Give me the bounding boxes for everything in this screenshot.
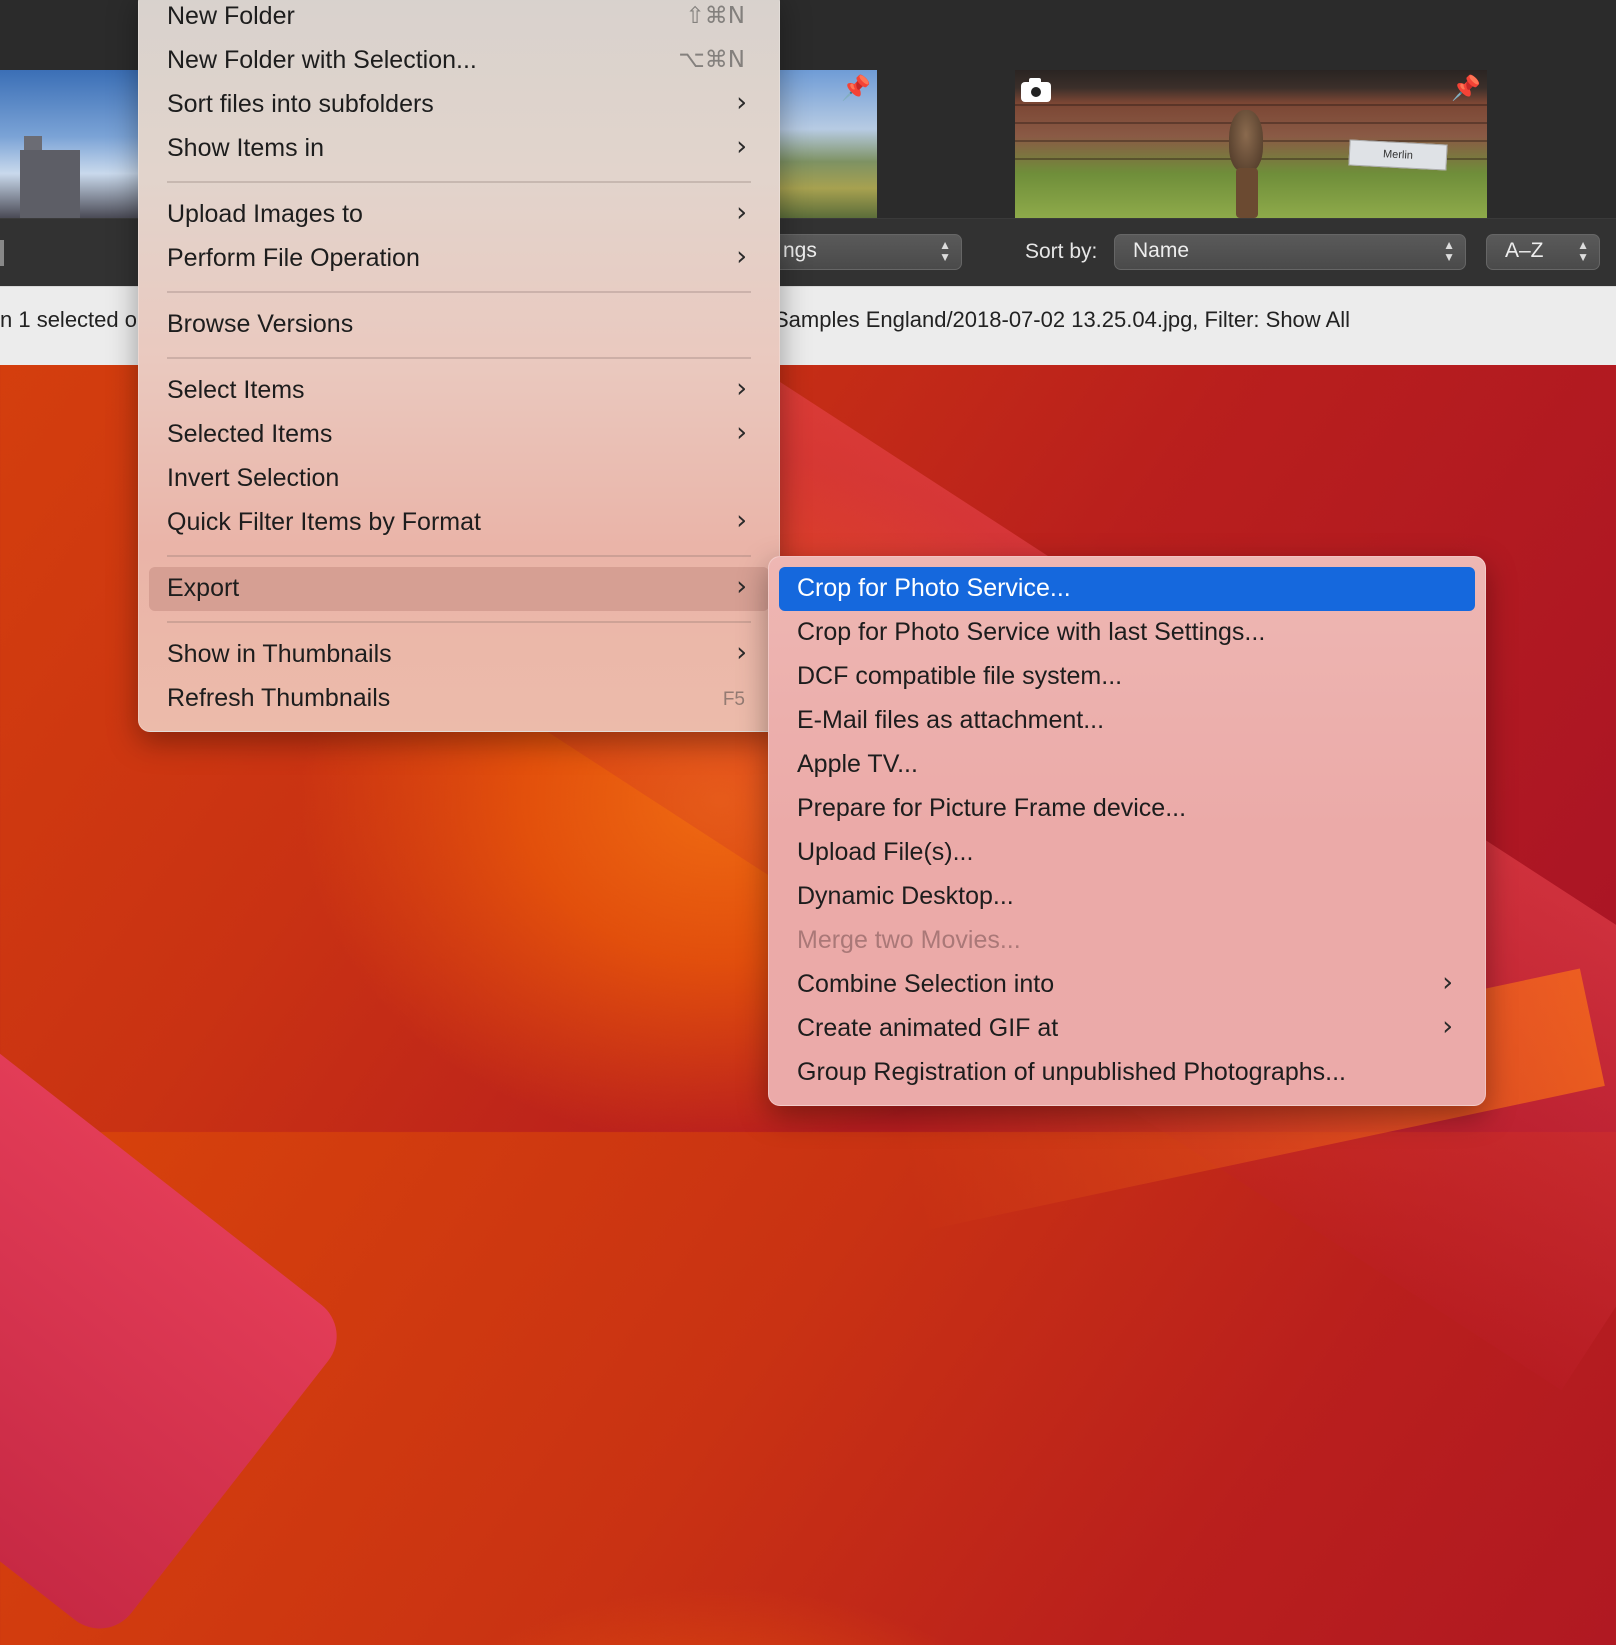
toolbar-control-edge (0, 240, 4, 266)
falcon (1229, 110, 1263, 172)
pin-icon[interactable]: 📌 (841, 74, 871, 104)
chevron-right-icon: › (1442, 967, 1453, 998)
menu-separator (167, 555, 751, 557)
menu-item-label: Merge two Movies... (797, 926, 1021, 954)
menu-item-label: Selected Items (167, 420, 333, 448)
menu-item-label: Upload Images to (167, 200, 363, 228)
menu-item-label: Quick Filter Items by Format (167, 508, 481, 536)
menu-item-select-items[interactable]: Select Items › (139, 369, 779, 413)
chevron-right-icon: › (1442, 1011, 1453, 1042)
menu-item-label: Show Items in (167, 134, 325, 162)
pin-icon[interactable]: 📌 (1451, 74, 1481, 104)
menu-item-label: Crop for Photo Service with last Setting… (797, 618, 1266, 646)
chevron-right-icon: › (736, 197, 747, 228)
chevron-right-icon: › (736, 131, 747, 162)
submenu-item-merge-movies: Merge two Movies... (769, 919, 1485, 963)
thumbnail-tower-bridge[interactable] (0, 70, 140, 218)
menu-item-label: DCF compatible file system... (797, 662, 1123, 690)
sort-by-popup[interactable]: Name ▲ ▼ (1114, 234, 1466, 270)
sort-by-value: Name (1133, 239, 1190, 262)
menu-separator (167, 291, 751, 293)
shortcut-hint: F5 (722, 689, 745, 710)
menu-item-label: Create animated GIF at (797, 1014, 1059, 1042)
menu-item-label: Invert Selection (167, 464, 340, 492)
menu-item-label: Crop for Photo Service... (797, 574, 1071, 602)
submenu-item-upload-files[interactable]: Upload File(s)... (769, 831, 1485, 875)
menu-item-label: Refresh Thumbnails (167, 684, 391, 712)
thumbnail-merlin[interactable]: Merlin 📌 (1015, 70, 1487, 218)
menu-item-quick-filter[interactable]: Quick Filter Items by Format › (139, 501, 779, 545)
chevron-right-icon: › (736, 373, 747, 404)
chevron-right-icon: › (736, 637, 747, 668)
chevron-right-icon: › (736, 417, 747, 448)
chevron-right-icon: › (736, 505, 747, 536)
menu-item-label: E-Mail files as attachment... (797, 706, 1105, 734)
menu-item-label: Dynamic Desktop... (797, 882, 1014, 910)
submenu-item-dcf[interactable]: DCF compatible file system... (769, 655, 1485, 699)
menu-item-show-items-in[interactable]: Show Items in › (139, 127, 779, 171)
menu-item-label: Combine Selection into (797, 970, 1055, 998)
sort-order-popup[interactable]: A–Z ▲ ▼ (1486, 234, 1600, 270)
menu-item-label: Prepare for Picture Frame device... (797, 794, 1187, 822)
camera-icon (1019, 76, 1053, 102)
status-selection-text: n 1 selected o (0, 307, 137, 332)
updown-arrows-icon: ▲ ▼ (939, 238, 951, 264)
chevron-right-icon: › (736, 87, 747, 118)
menu-item-selected-items[interactable]: Selected Items › (139, 413, 779, 457)
shortcut-hint: ⇧⌘N (685, 3, 745, 29)
menu-item-label: Show in Thumbnails (167, 640, 392, 668)
menu-item-label: New Folder with Selection... (167, 46, 477, 74)
menu-item-label: Perform File Operation (167, 244, 420, 272)
view-popup-label: ngs (783, 239, 817, 262)
menu-item-upload-images[interactable]: Upload Images to › (139, 193, 779, 237)
shortcut-hint: ⌥⌘N (678, 47, 745, 73)
sort-by-label: Sort by: (1025, 240, 1098, 263)
menu-item-refresh-thumbnails[interactable]: Refresh Thumbnails F5 (139, 677, 779, 721)
submenu-item-animated-gif[interactable]: Create animated GIF at › (769, 1007, 1485, 1051)
bridge-body (20, 150, 80, 218)
menu-item-invert-selection[interactable]: Invert Selection (139, 457, 779, 501)
submenu-item-combine-selection[interactable]: Combine Selection into › (769, 963, 1485, 1007)
brick-line (1015, 104, 1487, 106)
submenu-item-group-registration[interactable]: Group Registration of unpublished Photog… (769, 1051, 1485, 1095)
submenu-item-email[interactable]: E-Mail files as attachment... (769, 699, 1485, 743)
chevron-right-icon: › (736, 571, 747, 602)
updown-arrows-icon: ▲ ▼ (1443, 238, 1455, 264)
view-popup[interactable]: ngs ▲ ▼ (770, 234, 962, 270)
menu-item-new-folder[interactable]: New Folder ⇧⌘N (139, 0, 779, 39)
menu-separator (167, 357, 751, 359)
updown-arrows-icon: ▲ ▼ (1577, 238, 1589, 264)
menu-item-new-folder-with-selection[interactable]: New Folder with Selection... ⌥⌘N (139, 39, 779, 83)
menu-item-export[interactable]: Export › (149, 567, 769, 611)
menu-item-label: Upload File(s)... (797, 838, 974, 866)
merlin-sign: Merlin (1348, 139, 1448, 171)
sort-order-value: A–Z (1505, 239, 1544, 262)
wallpaper-shape (0, 960, 353, 1645)
menu-item-sort-files[interactable]: Sort files into subfolders › (139, 83, 779, 127)
menu-item-show-in-thumbnails[interactable]: Show in Thumbnails › (139, 633, 779, 677)
menu-item-label: Export (167, 574, 240, 602)
menu-item-browse-versions[interactable]: Browse Versions (139, 303, 779, 347)
menu-separator (167, 621, 751, 623)
menu-separator (167, 181, 751, 183)
context-menu: New Folder ⇧⌘N New Folder with Selection… (138, 0, 780, 732)
menu-item-label: Sort files into subfolders (167, 90, 434, 118)
chevron-right-icon: › (736, 241, 747, 272)
menu-item-label: Select Items (167, 376, 305, 404)
submenu-item-dynamic-desktop[interactable]: Dynamic Desktop... (769, 875, 1485, 919)
menu-item-label: Group Registration of unpublished Photog… (797, 1058, 1346, 1086)
submenu-item-apple-tv[interactable]: Apple TV... (769, 743, 1485, 787)
submenu-item-picture-frame[interactable]: Prepare for Picture Frame device... (769, 787, 1485, 831)
menu-item-label: Browse Versions (167, 310, 354, 338)
status-path-text: Samples England/2018-07-02 13.25.04.jpg,… (774, 307, 1351, 332)
menu-item-label: Apple TV... (797, 750, 918, 778)
perch (1236, 168, 1258, 218)
submenu-item-crop-last-settings[interactable]: Crop for Photo Service with last Setting… (769, 611, 1485, 655)
export-submenu: Crop for Photo Service... Crop for Photo… (768, 556, 1486, 1106)
menu-item-perform-file-operation[interactable]: Perform File Operation › (139, 237, 779, 281)
menu-item-label: New Folder (167, 2, 295, 30)
submenu-item-crop-photo-service[interactable]: Crop for Photo Service... (779, 567, 1475, 611)
